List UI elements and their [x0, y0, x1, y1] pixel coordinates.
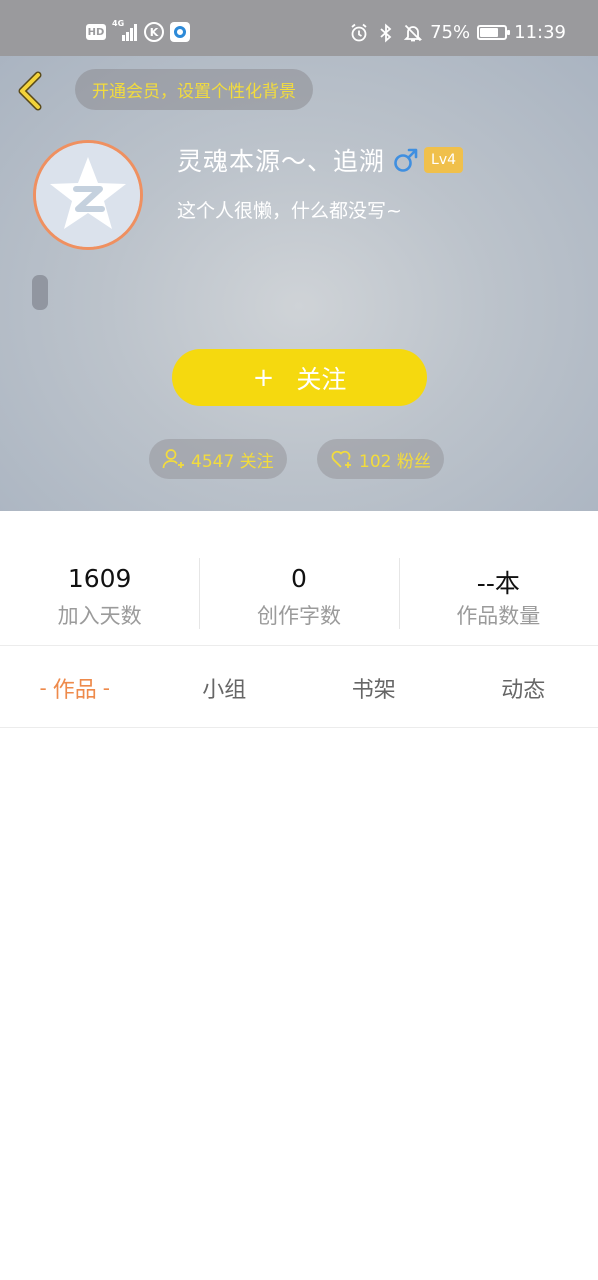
plus-icon: + [252, 362, 275, 393]
name-row: 灵魂本源～、追溯 Lv4 [177, 142, 464, 178]
tab-active-dash-right: - [102, 675, 110, 700]
stat-label: 创作字数 [256, 604, 341, 628]
tab-label: 小组 [202, 677, 247, 703]
status-bar: HD 4G K 75% 11:39 [0, 0, 598, 56]
heart-plus-icon [331, 450, 351, 468]
battery-fill [480, 28, 499, 37]
profile-tabs: - 作品 - 小组 书架 动态 [0, 647, 598, 728]
battery-percent: 75% [430, 22, 471, 43]
mute-icon [403, 23, 423, 43]
following-count-chip[interactable]: 4547 关注 [149, 439, 287, 479]
signal-icon: 4G [112, 19, 138, 41]
battery-icon [477, 25, 511, 40]
back-button[interactable] [14, 70, 48, 112]
bluetooth-icon [376, 23, 396, 43]
vip-background-banner[interactable]: 开通会员，设置个性化背景 [75, 69, 313, 110]
following-count: 4547 关注 [191, 451, 274, 472]
user-add-icon [162, 449, 184, 469]
avatar[interactable] [33, 140, 143, 250]
tab-label: 书架 [351, 677, 396, 703]
tab-activity[interactable]: 动态 [449, 647, 598, 728]
fans-count-chip[interactable]: 102 粉丝 [317, 439, 444, 479]
status-left-icons: HD 4G K [86, 19, 190, 42]
stat-word-count: 0 创作字数 [199, 511, 398, 646]
stat-value: --本 [476, 569, 520, 598]
follow-button[interactable]: + 关注 [172, 349, 427, 406]
profile-header: 开通会员，设置个性化背景 灵魂本源～、追溯 Lv4 这个人很懒，什么都没写~ +… [0, 56, 598, 511]
stat-value: 1609 [67, 564, 132, 593]
tab-groups[interactable]: 小组 [150, 647, 300, 728]
alarm-icon [349, 23, 369, 43]
app-notification-icon [170, 22, 190, 42]
profile-stats: 1609 加入天数 0 创作字数 --本 作品数量 [0, 511, 598, 646]
level-badge: Lv4 [424, 147, 464, 173]
status-right-icons: 75% 11:39 [349, 22, 566, 43]
clock-time: 11:39 [514, 22, 566, 43]
stat-value: 0 [291, 564, 307, 593]
male-icon [394, 148, 418, 172]
fans-count: 102 粉丝 [359, 451, 431, 472]
username: 灵魂本源～、追溯 [177, 147, 386, 176]
tab-works[interactable]: - 作品 - [0, 647, 150, 728]
tab-label: 动态 [501, 677, 546, 703]
stat-join-days: 1609 加入天数 [0, 511, 199, 646]
follow-button-label: 关注 [296, 364, 347, 394]
tab-label: 作品 [52, 677, 97, 703]
stat-works-count: --本 作品数量 [398, 511, 598, 646]
network-type-label: 4G [112, 19, 125, 28]
k-app-icon: K [144, 22, 164, 42]
tab-active-dash-left: - [39, 675, 47, 700]
bio-text: 这个人很懒，什么都没写~ [177, 200, 402, 222]
qzone-star-icon [36, 143, 140, 247]
chevron-left-icon [18, 71, 42, 111]
stat-label: 作品数量 [456, 604, 541, 628]
vip-banner-text: 开通会员，设置个性化背景 [92, 82, 296, 102]
side-drag-handle[interactable] [32, 275, 48, 310]
tab-bookshelf[interactable]: 书架 [299, 647, 449, 728]
stat-label: 加入天数 [57, 604, 142, 628]
hd-badge: HD [86, 24, 106, 40]
